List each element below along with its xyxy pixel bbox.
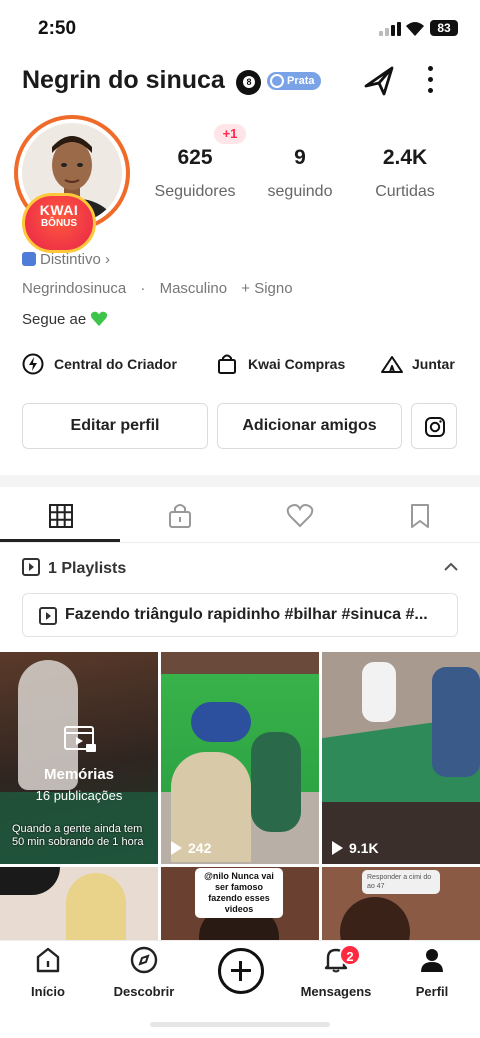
memories-count: 16 publicações: [35, 788, 123, 803]
nav-discover[interactable]: [96, 945, 192, 980]
shopping-bag-icon: [218, 354, 236, 374]
bookmark-icon: [411, 504, 429, 528]
nav-profile-label[interactable]: Perfil: [384, 984, 480, 999]
tab-saved[interactable]: [360, 495, 480, 540]
grid-icon: [49, 504, 73, 528]
wifi-icon: [406, 22, 424, 36]
following-label[interactable]: seguindo: [250, 183, 350, 201]
lock-icon: [169, 504, 191, 528]
compass-icon: [130, 946, 158, 974]
shield-icon: [22, 252, 36, 266]
playlist-icon: [22, 558, 40, 576]
play-icon: [171, 841, 182, 855]
instagram-icon: [425, 417, 445, 437]
gender: Masculino: [159, 280, 228, 297]
join-link[interactable]: Juntar: [380, 353, 470, 375]
nav-profile[interactable]: [384, 945, 480, 980]
home-icon: [36, 947, 60, 973]
followers-label[interactable]: Seguidores: [145, 183, 245, 201]
level-badge[interactable]: Prata: [267, 72, 321, 90]
video-thumbnail[interactable]: 242: [161, 652, 319, 864]
nav-messages-label[interactable]: Mensagens: [288, 984, 384, 999]
video-thumbnail[interactable]: [0, 867, 158, 940]
likes-label: Curtidas: [375, 183, 435, 200]
memories-title: Memórias: [43, 766, 115, 783]
more-options-icon[interactable]: [428, 66, 433, 99]
playlist-item[interactable]: Fazendo triângulo rapidinho #bilhar #sin…: [22, 593, 458, 637]
playlists-header[interactable]: 1 Playlists: [22, 558, 126, 578]
tab-liked[interactable]: [240, 495, 360, 540]
clock: 2:50: [38, 18, 77, 39]
view-count: 9.1K: [332, 840, 379, 856]
likes-count: 2.4K: [382, 146, 428, 169]
sign-link[interactable]: + Signo: [241, 280, 292, 297]
nav-home-label[interactable]: Início: [0, 984, 96, 999]
home-indicator: [150, 1022, 330, 1027]
play-icon: [332, 841, 343, 855]
profile-icon: [421, 949, 443, 972]
battery-icon: 83: [430, 20, 458, 36]
medal-icon: [270, 74, 284, 88]
comment-overlay: @nilo Nunca vai ser famoso fazendo esses…: [195, 868, 283, 918]
nav-home[interactable]: [0, 945, 96, 980]
video-thumbnail[interactable]: 9.1K: [322, 652, 480, 864]
tent-icon: [381, 356, 403, 373]
kwai-bonus-badge[interactable]: KWAI BÔNUS: [22, 193, 96, 253]
distintivo-link[interactable]: Distintivo ›: [22, 251, 110, 268]
view-count: 242: [171, 840, 211, 856]
profile-meta: Negrindosinuca · Masculino + Signo: [22, 280, 293, 297]
comment-overlay: Responder a cimi do ao 47: [362, 870, 440, 894]
green-heart-icon: [91, 311, 108, 327]
cellular-signal-icon: [379, 22, 401, 36]
video-caption: Quando a gente ainda tem 50 min sobrando…: [12, 823, 144, 848]
tab-posts[interactable]: [0, 495, 120, 540]
create-plus-button[interactable]: [218, 948, 264, 994]
bio: Segue ae: [22, 311, 108, 328]
follower-delta-badge: +1: [214, 124, 246, 144]
kwai-shop-link[interactable]: Kwai Compras: [216, 353, 356, 375]
playlist-icon: [39, 607, 57, 625]
followers-count[interactable]: 625: [160, 146, 230, 170]
following-count[interactable]: 9: [265, 146, 335, 170]
creator-center-link[interactable]: Central do Criador: [22, 353, 192, 375]
handle: Negrindosinuca: [22, 280, 127, 297]
section-divider: [0, 475, 480, 487]
status-bar: 2:50 83: [0, 0, 480, 56]
nav-messages[interactable]: [288, 945, 384, 980]
messages-badge: 2: [339, 944, 361, 966]
chevron-up-icon[interactable]: [443, 561, 459, 573]
edit-profile-button[interactable]: Editar perfil: [22, 403, 208, 449]
tab-private[interactable]: [120, 495, 240, 540]
lightning-circle-icon: [22, 353, 44, 375]
nav-discover-label[interactable]: Descobrir: [96, 984, 192, 999]
heart-icon: [286, 504, 314, 528]
instagram-button[interactable]: [411, 403, 457, 449]
share-icon[interactable]: [362, 64, 396, 98]
profile-name: Negrin do sinuca: [22, 66, 225, 94]
add-friends-button[interactable]: Adicionar amigos: [217, 403, 402, 449]
eight-ball-icon: 8: [236, 70, 261, 95]
memories-icon: [64, 726, 96, 752]
